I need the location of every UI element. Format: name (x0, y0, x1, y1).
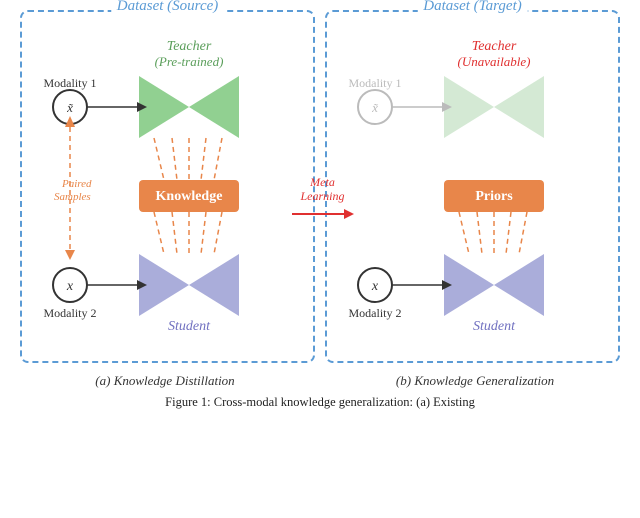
teacher-right-triangle-faded (494, 76, 544, 138)
teacher-right-triangle (189, 76, 239, 138)
dashed-line-2 (172, 138, 177, 180)
dashed-line-4 (201, 138, 206, 180)
dashed-line-1 (154, 138, 164, 180)
r-modality2-text: Modality 2 (349, 306, 402, 320)
figure-caption: Figure 1: Cross-modal knowledge generali… (155, 395, 485, 410)
student-label-left: Student (168, 319, 211, 334)
target-dataset-label: Dataset (Target) (417, 0, 527, 15)
dashed-line-9 (201, 212, 206, 254)
modality2-text: Modality 2 (44, 306, 97, 320)
paired-label: Paired (61, 178, 92, 190)
paired-arrowhead-down (65, 250, 75, 260)
priors-box-text: Priors (475, 189, 513, 204)
r-dashed-line-5 (519, 212, 527, 254)
source-dataset-label: Dataset (Source) (111, 0, 225, 15)
source-svg: Teacher (Pre-trained) Knowledge (34, 32, 304, 342)
dashed-line-5 (214, 138, 222, 180)
dashed-line-7 (172, 212, 177, 254)
source-diagram: Dataset (Source) Teacher (Pre-trained) (20, 10, 315, 363)
meta-learning-section: Meta Learning (290, 175, 355, 222)
r-dashed-line-2 (477, 212, 482, 254)
meta-learning-label: Meta Learning (300, 175, 344, 204)
modality2-symbol: x (66, 279, 74, 294)
modality1-text: Modality 1 (44, 76, 97, 90)
main-container: Dataset (Source) Teacher (Pre-trained) (0, 0, 640, 415)
captions-row: (a) Knowledge Distillation (b) Knowledge… (10, 367, 630, 389)
dashed-line-6 (154, 212, 164, 254)
target-svg: Teacher (Unavailable) Priors Student (339, 32, 609, 342)
right-caption: (b) Knowledge Generalization (328, 373, 623, 389)
r-dashed-line-4 (506, 212, 511, 254)
target-diagram: Dataset (Target) Teacher (Unavailable) P… (325, 10, 620, 363)
r-student-right-triangle (494, 254, 544, 316)
teacher-pretrained-label1: Teacher (167, 39, 212, 54)
dashed-line-10 (214, 212, 222, 254)
r-dashed-line-1 (459, 212, 469, 254)
meta-arrow-svg (290, 206, 355, 222)
r-modality1-symbol: x̃ (371, 100, 379, 115)
left-caption: (a) Knowledge Distillation (18, 373, 313, 389)
teacher-unavailable-label1: Teacher (472, 39, 517, 54)
meta-arrowhead (344, 209, 354, 219)
samples-label: Samples (54, 191, 91, 203)
knowledge-box-text: Knowledge (156, 189, 223, 204)
student-right-triangle (189, 254, 239, 316)
teacher-unavailable-label2: (Unavailable) (458, 54, 531, 69)
modality1-symbol: x̃ (66, 100, 74, 115)
r-modality2-symbol: x (371, 279, 379, 294)
r-modality1-text: Modality 1 (349, 76, 402, 90)
teacher-pretrained-label2: (Pre-trained) (155, 54, 224, 69)
student-label-right: Student (473, 319, 516, 334)
